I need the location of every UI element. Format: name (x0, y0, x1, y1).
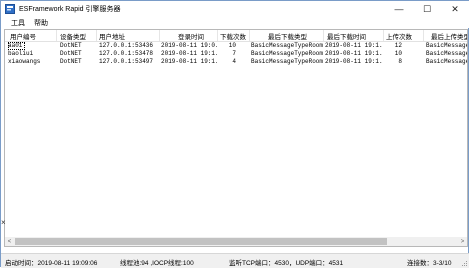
last-upload-type-cell: BasicMessageTypeRo (426, 42, 467, 49)
chevron-left-icon: < (7, 238, 12, 245)
app-icon (5, 4, 15, 14)
list-header: 用户编号 设备类型 用户地址 登录时间 下载次数 最后下载类型 最后下载时间 上… (5, 30, 467, 42)
menu-help[interactable]: 帮助 (34, 18, 48, 28)
device-type-cell: DotNET (60, 50, 82, 57)
user-id-cell: aa01 (8, 42, 25, 50)
column-header[interactable]: 最后下载时间 (327, 31, 382, 41)
upload-count-cell: 12 (394, 42, 402, 49)
user-id-cell: baoliui (8, 50, 34, 57)
address-cell: 127.0.0.1:53436 (99, 42, 154, 49)
close-button[interactable]: ✕ (441, 1, 469, 17)
status-bar: 启动时间：2019-08-11 19:09:06 线程池:94 ,IOCP线程:… (1, 253, 469, 268)
close-icon: ✕ (451, 3, 459, 14)
window-title: ESFramework Rapid 引擎服务器 (19, 6, 121, 13)
menu-tools[interactable]: 工具 (11, 18, 25, 28)
login-time-cell: 2019-08-11 19:0... (161, 42, 217, 49)
column-header[interactable]: 最后下载类型 (268, 31, 323, 41)
last-download-time-cell: 2019-08-11 19:1... (325, 42, 383, 49)
horizontal-scrollbar[interactable]: < > (5, 237, 467, 246)
splitter-marker: × (1, 218, 6, 227)
minimize-button[interactable]: — (385, 1, 413, 17)
table-row[interactable]: xiaowangs DotNET 127.0.0.1:53497 2019-08… (5, 58, 467, 66)
device-type-cell: DotNET (60, 42, 82, 49)
maximize-icon: ☐ (422, 3, 432, 14)
column-header[interactable]: 下载次数 (220, 31, 250, 41)
resize-grip-icon[interactable] (461, 260, 468, 267)
login-time-cell: 2019-08-11 19:1... (161, 58, 217, 65)
table-row[interactable]: aa01 DotNET 127.0.0.1:53436 2019-08-11 1… (5, 42, 467, 50)
thread-pool-status: 线程池:94 ,IOCP线程:100 (120, 260, 194, 267)
user-id-cell: xiaowangs (8, 58, 41, 65)
column-header[interactable]: 登录时间 (178, 31, 218, 41)
scroll-right-button[interactable]: > (458, 237, 467, 246)
upload-count-cell: 10 (394, 50, 402, 57)
last-download-type-cell: BasicMessageTypeRoom... (251, 58, 323, 65)
scrollbar-thumb[interactable] (15, 238, 387, 245)
login-time-cell: 2019-08-11 19:1... (161, 50, 217, 57)
column-header[interactable]: 用户编号 (10, 31, 50, 41)
column-header[interactable]: 用户地址 (99, 31, 149, 41)
table-row[interactable]: baoliui DotNET 127.0.0.1:53478 2019-08-1… (5, 50, 467, 58)
scroll-left-button[interactable]: < (5, 237, 14, 246)
menu-bar: 工具 帮助 (1, 17, 469, 28)
download-count-cell: 7 (232, 50, 236, 57)
server-window: ESFramework Rapid 引擎服务器 — ☐ ✕ 工具 帮助 用户编号… (0, 0, 469, 268)
listen-ports-status: 监听TCP端口：4530，UDP端口：4531 (229, 260, 344, 267)
column-header[interactable]: 最后上传类型 (431, 31, 467, 41)
minimize-icon: — (394, 4, 404, 14)
start-time-status: 启动时间：2019-08-11 19:09:06 (5, 260, 98, 267)
last-download-type-cell: BasicMessageTypeRoom... (251, 50, 323, 57)
chevron-right-icon: > (460, 238, 465, 245)
download-count-cell: 4 (232, 58, 236, 65)
maximize-button[interactable]: ☐ (413, 1, 441, 17)
column-header[interactable]: 设备类型 (60, 31, 96, 41)
column-header[interactable]: 上传次数 (386, 31, 416, 41)
last-upload-type-cell: BasicMessageTypeRo (426, 50, 467, 57)
address-cell: 127.0.0.1:53497 (99, 58, 154, 65)
download-count-cell: 10 (228, 42, 236, 49)
last-download-time-cell: 2019-08-11 19:1... (325, 58, 383, 65)
last-download-type-cell: BasicMessageTypeRoom... (251, 42, 323, 49)
connection-count-status: 连接数：3-3/10 (407, 260, 452, 267)
title-bar[interactable]: ESFramework Rapid 引擎服务器 — ☐ ✕ (1, 1, 469, 17)
device-type-cell: DotNET (60, 58, 82, 65)
last-upload-type-cell: BasicMessageTypeRo (426, 58, 467, 65)
address-cell: 127.0.0.1:53478 (99, 50, 154, 57)
last-download-time-cell: 2019-08-11 19:1... (325, 50, 383, 57)
upload-count-cell: 8 (398, 58, 402, 65)
user-list[interactable]: 用户编号 设备类型 用户地址 登录时间 下载次数 最后下载类型 最后下载时间 上… (4, 29, 468, 247)
